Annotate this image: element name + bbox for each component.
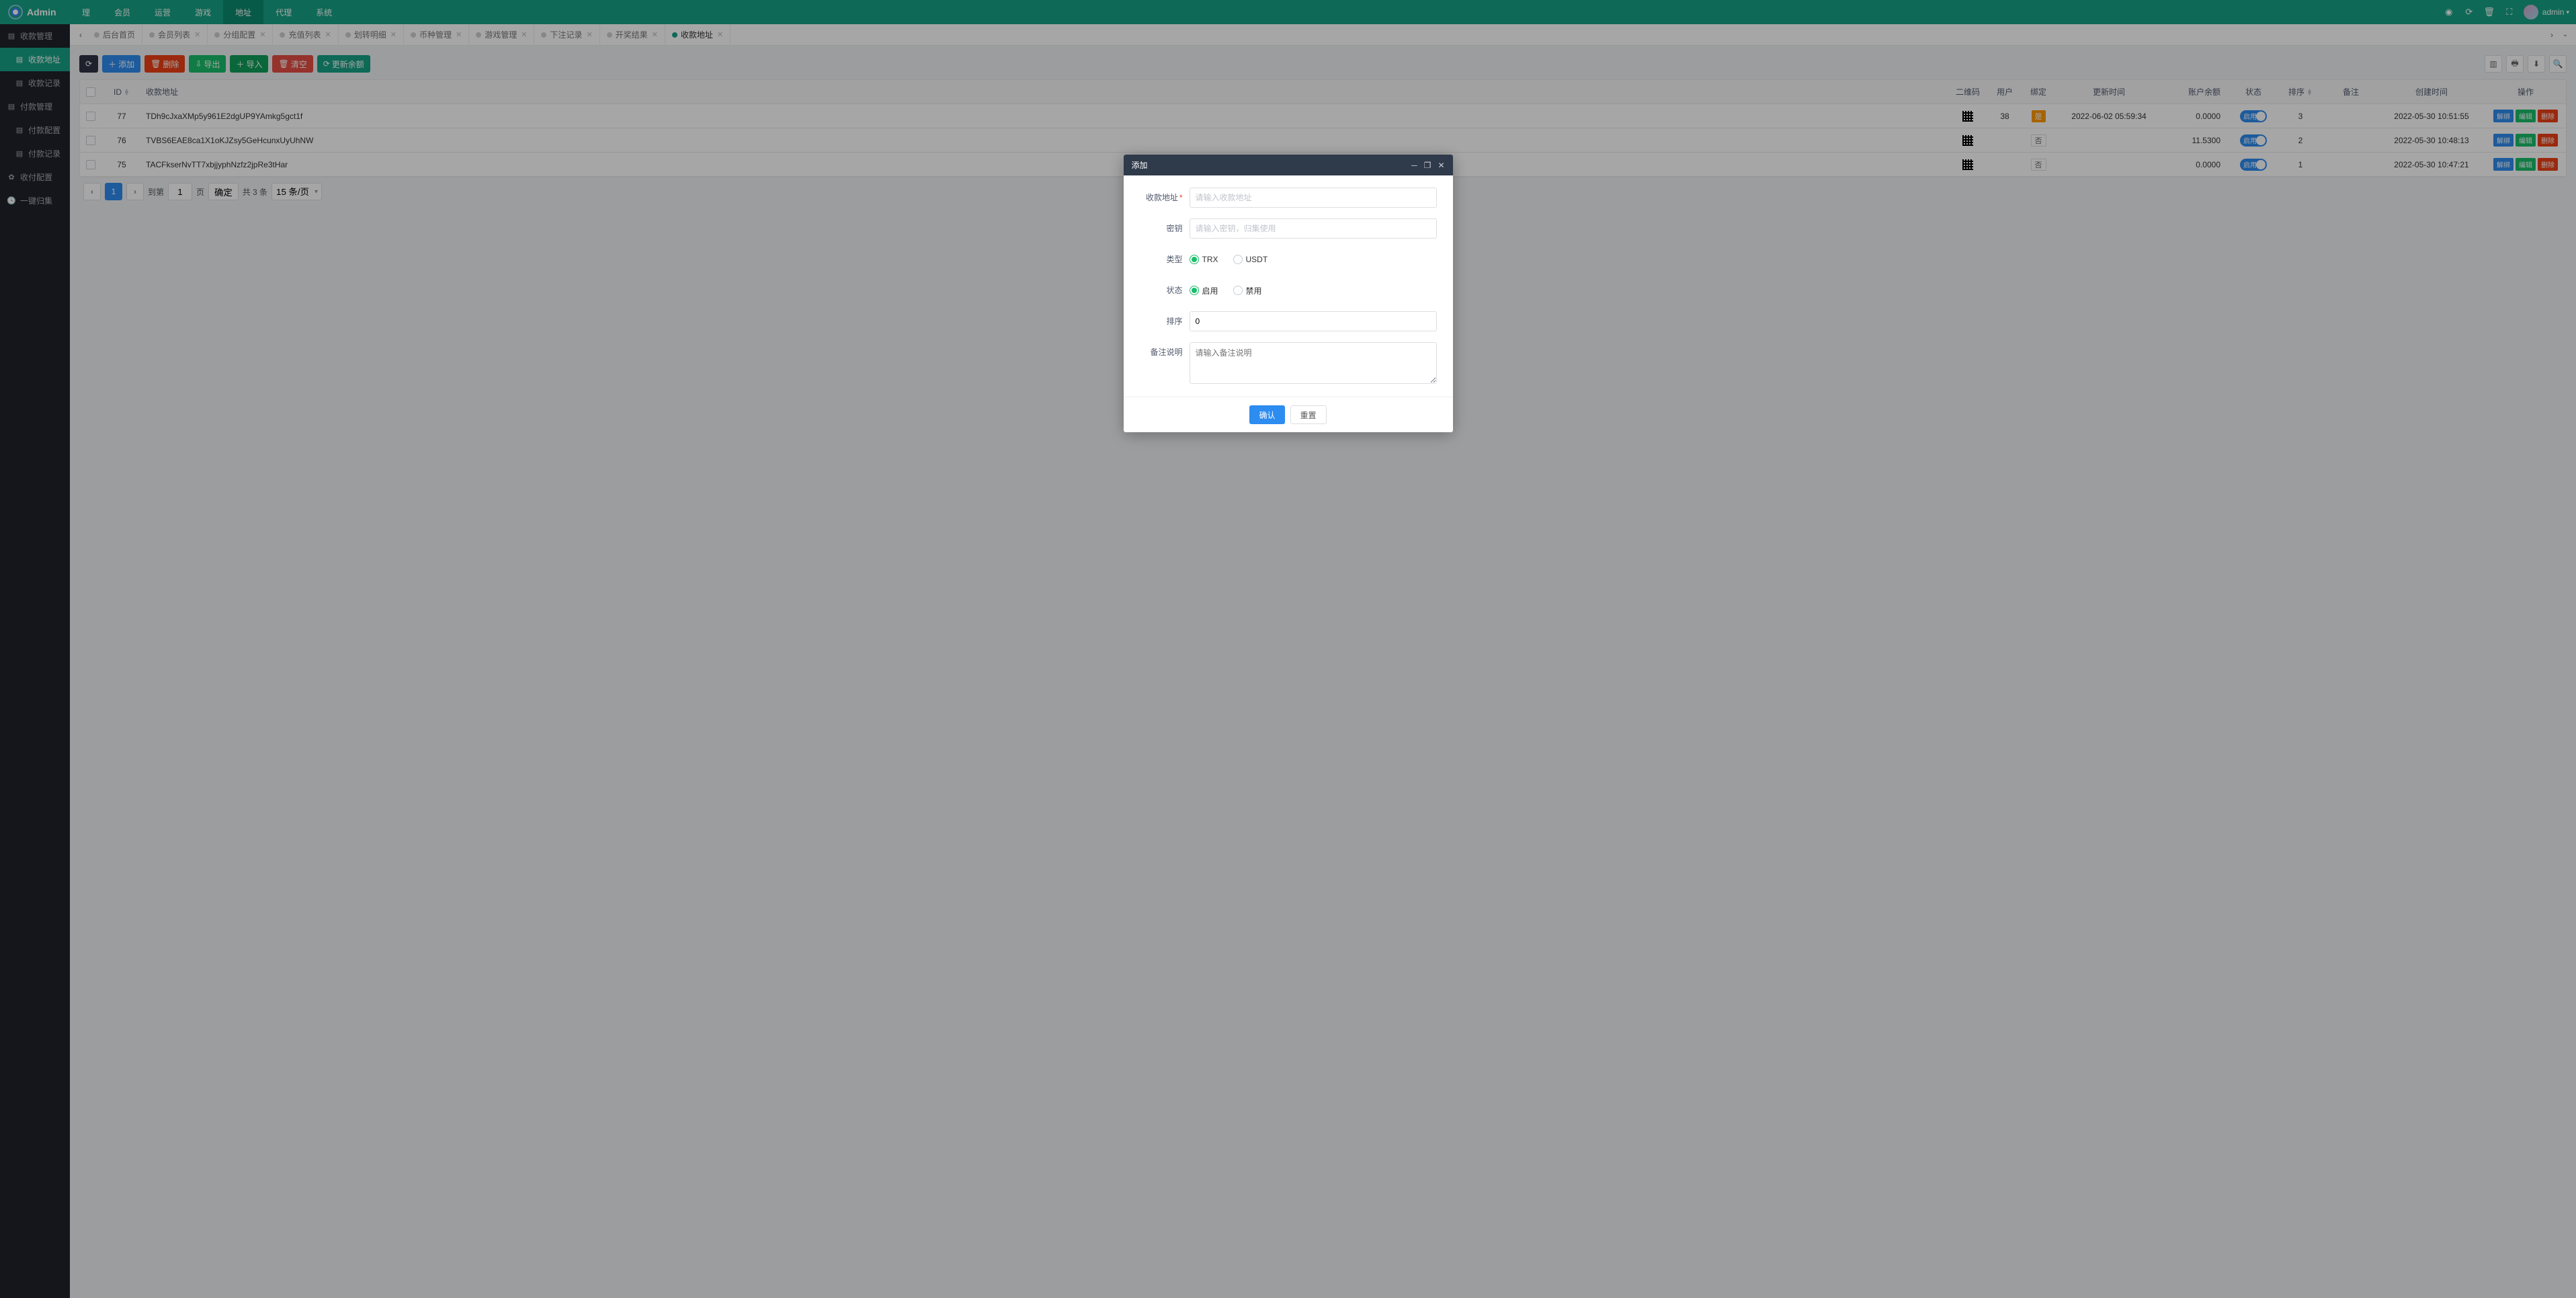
modal-title: 添加 xyxy=(1132,159,1148,171)
radio-disable[interactable]: 禁用 xyxy=(1233,285,1262,296)
modal-close-icon[interactable]: ✕ xyxy=(1438,161,1444,170)
label-addr: 收款地址 xyxy=(1146,193,1178,202)
radio-usdt[interactable]: USDT xyxy=(1233,255,1268,264)
label-status: 状态 xyxy=(1140,280,1190,300)
radio-enable[interactable]: 启用 xyxy=(1190,285,1218,296)
label-remark: 备注说明 xyxy=(1140,342,1190,362)
radio-trx[interactable]: TRX xyxy=(1190,255,1218,264)
addr-input[interactable] xyxy=(1190,188,1437,208)
label-key: 密钥 xyxy=(1140,218,1190,239)
modal-min-icon[interactable]: ─ xyxy=(1411,161,1417,170)
label-sort: 排序 xyxy=(1140,311,1190,331)
sort-input[interactable] xyxy=(1190,311,1437,331)
modal-max-icon[interactable]: ❐ xyxy=(1424,161,1431,170)
label-type: 类型 xyxy=(1140,249,1190,270)
remark-textarea[interactable] xyxy=(1190,342,1437,384)
modal-reset-button[interactable]: 重置 xyxy=(1290,405,1327,424)
key-input[interactable] xyxy=(1190,218,1437,239)
add-modal: 添加 ─ ❐ ✕ 收款地址* 密钥 类型 TRX USDT 状态 启用 禁用 xyxy=(1124,155,1453,432)
modal-ok-button[interactable]: 确认 xyxy=(1249,405,1284,424)
